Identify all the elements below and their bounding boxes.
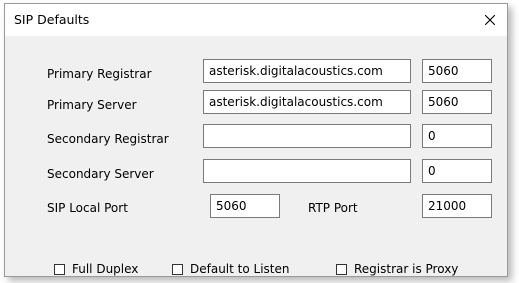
- close-button[interactable]: [473, 4, 507, 36]
- registrar-is-proxy-label: Registrar is Proxy: [354, 262, 459, 276]
- title-bar: SIP Defaults: [5, 4, 507, 36]
- full-duplex-checkbox[interactable]: Full Duplex: [54, 262, 154, 278]
- default-to-listen-label: Default to Listen: [190, 262, 290, 276]
- primary-server-label: Primary Server: [47, 98, 137, 112]
- primary-registrar-host-input[interactable]: [203, 59, 411, 83]
- secondary-registrar-label: Secondary Registrar: [47, 132, 169, 146]
- rtp-port-label: RTP Port: [308, 201, 358, 215]
- primary-server-host-input[interactable]: [203, 90, 411, 114]
- sip-local-port-input[interactable]: [210, 194, 280, 218]
- full-duplex-label: Full Duplex: [72, 262, 139, 276]
- full-duplex-checkbox-box[interactable]: [54, 264, 65, 275]
- secondary-registrar-host-input[interactable]: [203, 124, 411, 148]
- secondary-server-host-input[interactable]: [203, 159, 411, 183]
- primary-server-port-input[interactable]: [422, 90, 492, 114]
- window-title: SIP Defaults: [14, 12, 90, 27]
- close-icon: [485, 15, 495, 25]
- rtp-port-input[interactable]: [422, 194, 492, 218]
- primary-registrar-port-input[interactable]: [422, 59, 492, 83]
- secondary-server-port-input[interactable]: [422, 159, 492, 183]
- sip-defaults-dialog: SIP Defaults Primary Registrar Primary S…: [4, 3, 508, 277]
- primary-registrar-label: Primary Registrar: [47, 67, 152, 81]
- registrar-is-proxy-checkbox[interactable]: Registrar is Proxy: [336, 262, 486, 278]
- secondary-server-label: Secondary Server: [47, 167, 154, 181]
- registrar-is-proxy-checkbox-box[interactable]: [336, 264, 347, 275]
- secondary-registrar-port-input[interactable]: [422, 124, 492, 148]
- sip-local-port-label: SIP Local Port: [47, 201, 128, 215]
- default-to-listen-checkbox[interactable]: Default to Listen: [172, 262, 312, 278]
- default-to-listen-checkbox-box[interactable]: [172, 264, 183, 275]
